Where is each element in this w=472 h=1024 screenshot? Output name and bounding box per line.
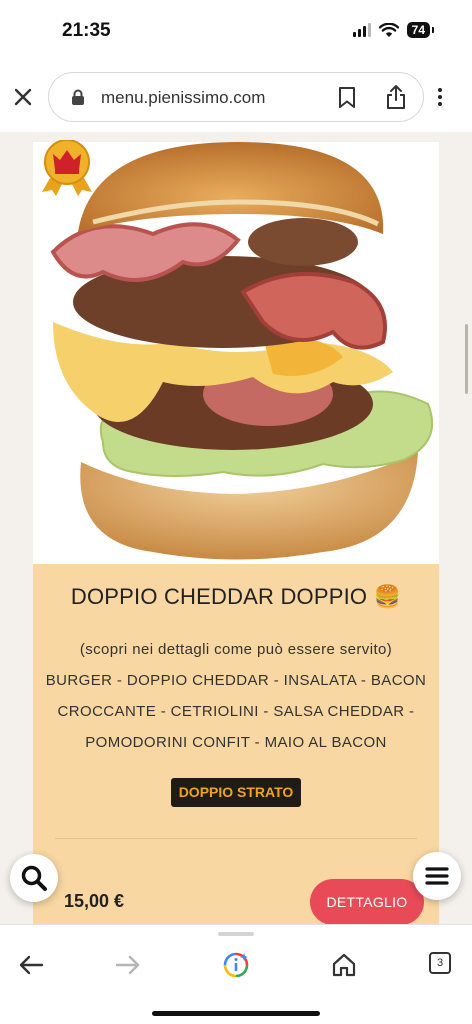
home-icon[interactable] (330, 951, 358, 979)
browser-toolbar: menu.pienissimo.com (0, 62, 472, 132)
lock-icon (72, 89, 84, 105)
product-price: 15,00 € (64, 891, 125, 911)
description-line: (scopri nei dettagli come può essere ser… (79, 641, 393, 658)
product-description: (scopri nei dettagli come può essere ser… (33, 634, 439, 758)
back-arrow-icon[interactable] (17, 951, 45, 979)
status-bar: 21:35 74 (0, 0, 472, 62)
close-icon[interactable] (10, 84, 36, 110)
menu-button[interactable] (413, 852, 461, 900)
more-vertical-icon[interactable] (438, 88, 442, 106)
product-card: DOPPIO CHEDDAR DOPPIO 🍔 (scopri nei dett… (33, 140, 439, 924)
forward-arrow-icon[interactable] (114, 951, 142, 979)
crown-badge-icon (42, 140, 92, 196)
wifi-icon (378, 22, 399, 37)
product-title: DOPPIO CHEDDAR DOPPIO 🍔 (70, 584, 402, 609)
search-icon (21, 865, 47, 891)
product-image (33, 142, 439, 564)
divider (55, 838, 417, 839)
description-line: BURGER - DOPPIO CHEDDAR - INSALATA - BAC… (45, 672, 427, 689)
bookmark-icon[interactable] (337, 86, 357, 109)
browser-bottom-bar: 3 (0, 924, 472, 1024)
status-icons: 74 (352, 22, 435, 38)
url-text: menu.pienissimo.com (101, 88, 266, 107)
tab-switcher-button[interactable]: 3 (429, 952, 451, 974)
home-indicator (152, 1011, 320, 1016)
share-icon[interactable] (385, 84, 407, 110)
description-line: CROCCANTE - CETRIOLINI - SALSA CHEDDAR - (57, 703, 415, 720)
sheet-grabber[interactable] (218, 932, 254, 936)
page-content: DOPPIO CHEDDAR DOPPIO 🍔 (scopri nei dett… (0, 132, 472, 924)
product-tag: DOPPIO STRATO (171, 778, 301, 807)
description-line: POMODORINI CONFIT - MAIO AL BACON (85, 734, 387, 751)
detail-button[interactable]: DETTAGLIO (310, 879, 424, 924)
address-bar[interactable]: menu.pienissimo.com (48, 72, 424, 122)
status-time: 21:35 (62, 20, 111, 41)
hamburger-menu-icon (425, 867, 449, 885)
scrollbar-thumb[interactable] (465, 324, 468, 394)
google-lens-icon[interactable] (222, 951, 250, 979)
battery-indicator: 74 (406, 22, 435, 38)
cellular-signal-icon (352, 23, 371, 37)
search-button[interactable] (10, 854, 58, 902)
